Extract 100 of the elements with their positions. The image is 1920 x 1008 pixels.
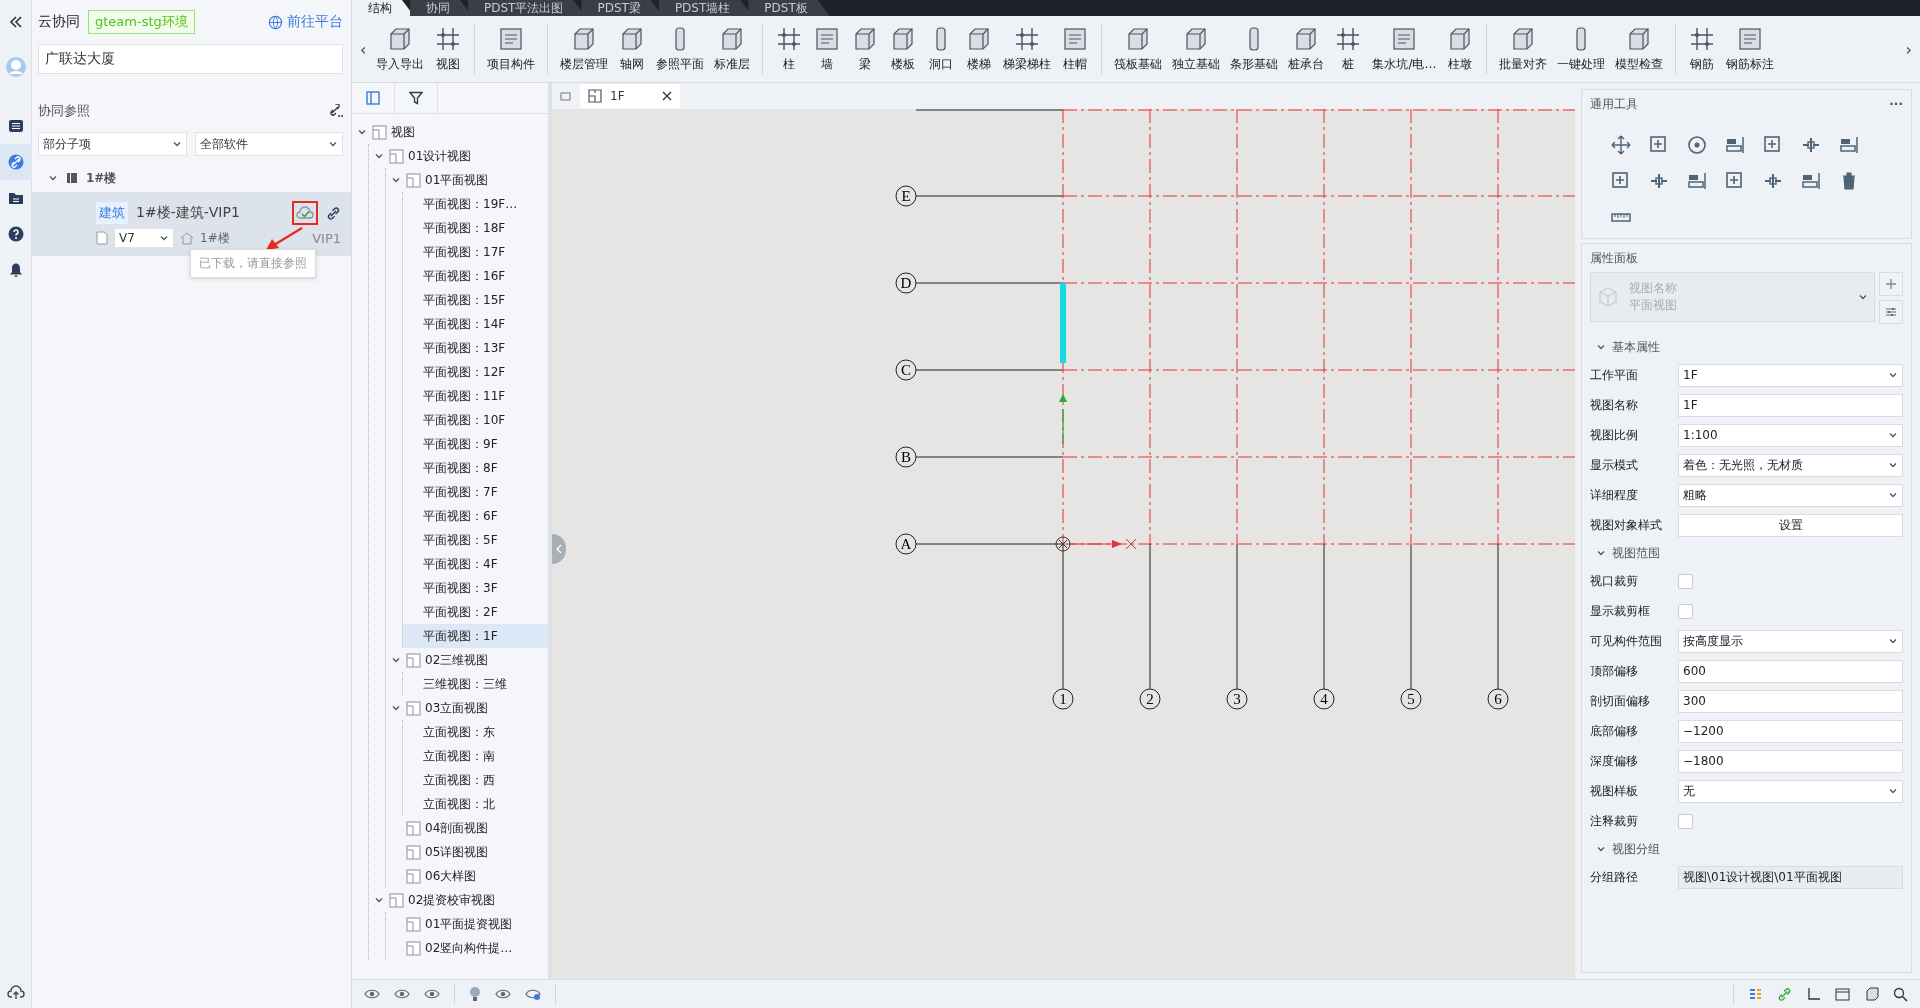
- caret-icon[interactable]: [1888, 430, 1898, 440]
- toolbar-button[interactable]: 参照平面: [652, 23, 709, 75]
- caret-icon[interactable]: [159, 233, 169, 243]
- platform-link[interactable]: 前往平台: [287, 13, 343, 31]
- checkbox[interactable]: [1678, 603, 1693, 619]
- eye-icon[interactable]: [495, 987, 511, 1001]
- cloud-upload-icon[interactable]: [6, 984, 25, 1000]
- property-field[interactable]: 600: [1678, 659, 1903, 683]
- tree-item[interactable]: 平面视图：8F: [403, 456, 548, 480]
- section-header[interactable]: 视图范围: [1590, 540, 1903, 566]
- settings-button[interactable]: [1879, 300, 1903, 324]
- caret-icon[interactable]: [391, 655, 401, 665]
- ribbon-tab[interactable]: PDST板: [748, 0, 830, 16]
- hide-icon[interactable]: [364, 987, 380, 1001]
- settings-button[interactable]: 设置: [1678, 513, 1903, 537]
- toolbar-button[interactable]: 桩: [1330, 23, 1367, 75]
- toolbar-button[interactable]: 钢筋: [1684, 23, 1721, 75]
- property-dropdown[interactable]: 着色：无光照，无材质: [1678, 453, 1903, 477]
- link-icon[interactable]: [326, 205, 341, 221]
- tree-item[interactable]: 立面视图：北: [403, 792, 548, 816]
- caret-icon[interactable]: [391, 703, 401, 713]
- caret-icon[interactable]: [1888, 490, 1898, 500]
- close-icon[interactable]: [662, 91, 672, 101]
- toolbar-button[interactable]: 梯梁梯柱: [999, 23, 1056, 75]
- caret-icon[interactable]: [374, 895, 384, 905]
- tree-item[interactable]: 04剖面视图: [386, 816, 548, 840]
- axes-icon[interactable]: [1806, 986, 1821, 1002]
- move-icon[interactable]: [1610, 134, 1632, 156]
- tree-item[interactable]: 平面视图：17F: [403, 240, 548, 264]
- more-button[interactable]: ···: [1889, 97, 1903, 111]
- filter-dropdown[interactable]: 全部软件: [194, 132, 343, 156]
- tree-item[interactable]: 立面视图：东: [403, 720, 548, 744]
- collapse-icon[interactable]: [7, 14, 24, 30]
- view-filter-icon[interactable]: [525, 987, 541, 1001]
- cloud-check-icon[interactable]: [296, 206, 314, 220]
- toolbar-button[interactable]: 轴网: [614, 23, 651, 75]
- scroll-right-button[interactable]: ›: [1901, 39, 1916, 59]
- toolbar-button[interactable]: 桩承台: [1284, 23, 1329, 75]
- caret-icon[interactable]: [1888, 370, 1898, 380]
- tree-item[interactable]: 平面视图：5F: [403, 528, 548, 552]
- toolbar-button[interactable]: 柱墩: [1442, 23, 1479, 75]
- caret-icon[interactable]: [1596, 342, 1606, 352]
- bulb-icon[interactable]: [469, 986, 481, 1002]
- caret-icon[interactable]: [48, 173, 58, 183]
- toolbar-button[interactable]: 筏板基础: [1110, 23, 1167, 75]
- toolbar-button[interactable]: 柱帽: [1057, 23, 1094, 75]
- isolate-icon[interactable]: [394, 987, 410, 1001]
- section-header[interactable]: 基本属性: [1590, 334, 1903, 360]
- tree-item[interactable]: 平面视图：19F…: [403, 192, 548, 216]
- tree-item[interactable]: 三维视图：三维: [403, 672, 548, 696]
- caret-icon[interactable]: [171, 139, 182, 149]
- caret-icon[interactable]: [1596, 548, 1606, 558]
- toolbar-button[interactable]: 模型检查: [1611, 23, 1668, 75]
- property-field[interactable]: −1800: [1678, 749, 1903, 773]
- toolbar-button[interactable]: 集水坑/电…: [1368, 23, 1441, 75]
- property-dropdown[interactable]: 按高度显示: [1678, 629, 1903, 653]
- tree-item[interactable]: 平面视图：12F: [403, 360, 548, 384]
- tree-item[interactable]: 01平面视图: [386, 168, 548, 192]
- tree-item[interactable]: 平面视图：2F: [403, 600, 548, 624]
- toolbar-button[interactable]: 一键处理: [1553, 23, 1610, 75]
- toolbar-button[interactable]: 柱: [771, 23, 808, 75]
- version-dropdown[interactable]: V7: [114, 228, 174, 248]
- window-icon[interactable]: [560, 91, 572, 101]
- checkbox[interactable]: [1678, 813, 1693, 829]
- toolbar-button[interactable]: 条形基础: [1226, 23, 1283, 75]
- caret-icon[interactable]: [1596, 844, 1606, 854]
- caret-icon[interactable]: [357, 127, 367, 137]
- tree-item[interactable]: 立面视图：西: [403, 768, 548, 792]
- tree-item[interactable]: 平面视图：1F: [403, 624, 548, 648]
- tree-item[interactable]: 平面视图：4F: [403, 552, 548, 576]
- toolbar-button[interactable]: 楼板: [885, 23, 922, 75]
- toolbar-button[interactable]: 梁: [847, 23, 884, 75]
- toolbar-button[interactable]: 导入导出: [372, 23, 429, 75]
- toolbar-button[interactable]: 墙: [809, 23, 846, 75]
- scroll-left-button[interactable]: ‹: [356, 39, 371, 59]
- tree-item[interactable]: 平面视图：13F: [403, 336, 548, 360]
- tree-item[interactable]: 平面视图：6F: [403, 504, 548, 528]
- toolbar-button[interactable]: 项目构件: [483, 23, 540, 75]
- tree-item[interactable]: 02提资校审视图: [369, 888, 548, 912]
- tree-item[interactable]: 06大样图: [386, 864, 548, 888]
- property-dropdown[interactable]: 1:100: [1678, 423, 1903, 447]
- globe-icon[interactable]: [268, 14, 283, 30]
- zoom-icon[interactable]: [1893, 986, 1908, 1002]
- toolbar-button[interactable]: 视图: [430, 23, 467, 75]
- caret-icon[interactable]: [1888, 636, 1898, 646]
- tree-item[interactable]: 02三维视图: [386, 648, 548, 672]
- property-field[interactable]: 300: [1678, 689, 1903, 713]
- property-field[interactable]: −1200: [1678, 719, 1903, 743]
- properties-icon[interactable]: [1748, 986, 1763, 1002]
- link-settings-icon[interactable]: [329, 104, 343, 118]
- tree-item[interactable]: 立面视图：南: [403, 744, 548, 768]
- tree-item[interactable]: 平面视图：9F: [403, 432, 548, 456]
- toolbar-button[interactable]: 批量对齐: [1495, 23, 1552, 75]
- property-dropdown[interactable]: 无: [1678, 779, 1903, 803]
- caret-icon[interactable]: [374, 151, 384, 161]
- filter-dropdown[interactable]: 部分子项: [38, 132, 187, 156]
- toolbar-button[interactable]: 独立基础: [1168, 23, 1225, 75]
- tree-item[interactable]: 01平面提资视图: [386, 912, 548, 936]
- toolbar-button[interactable]: 洞口: [923, 23, 960, 75]
- project-field[interactable]: 广联达大厦: [38, 44, 343, 74]
